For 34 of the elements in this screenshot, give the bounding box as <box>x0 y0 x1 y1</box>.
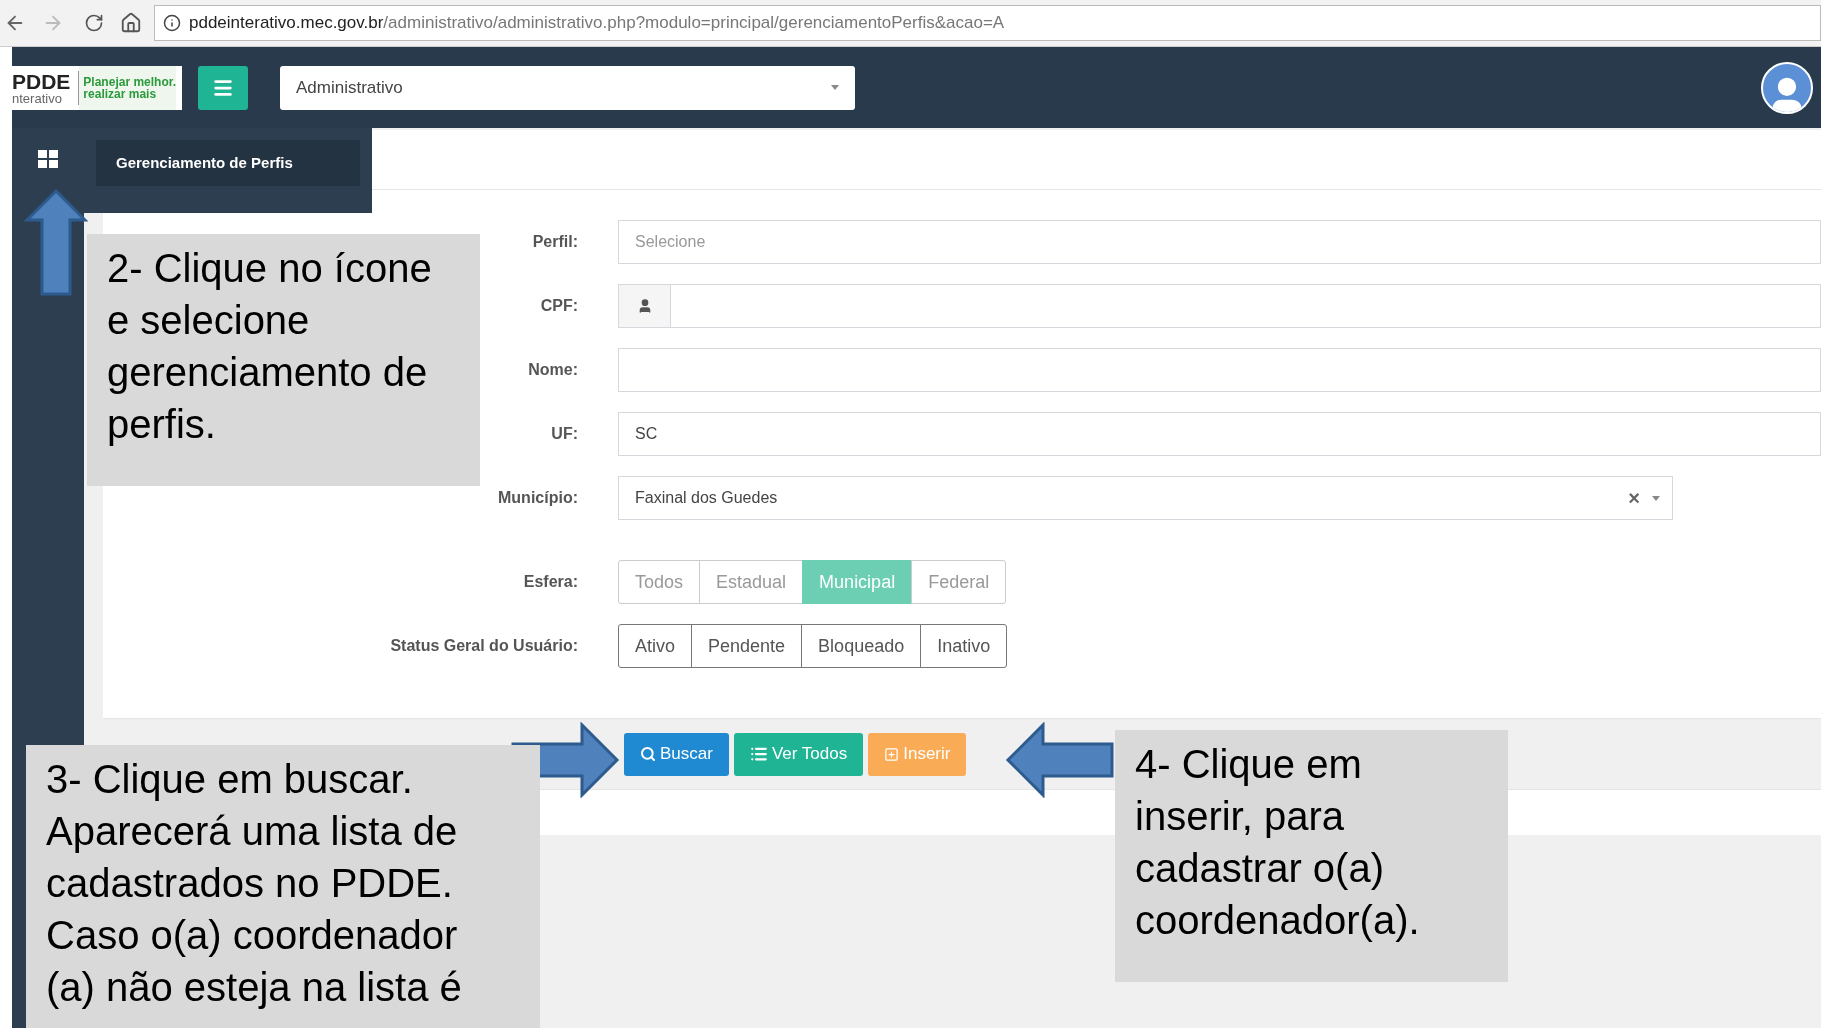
callout-note: 3- Clique em buscar. Aparecerá uma lista de cadastrados no PDDE. Caso o(a) coordenador (a) não esteja na lista é <box>26 745 540 1028</box>
action-button[interactable]: Buscar <box>624 732 729 776</box>
caret-icon <box>831 85 839 90</box>
search-icon <box>640 746 656 762</box>
reload-icon[interactable] <box>84 13 104 33</box>
grid-icon[interactable] <box>38 150 58 168</box>
status-option[interactable]: Inativo <box>920 624 1008 668</box>
status-option[interactable]: Pendente <box>691 624 803 668</box>
field-label: CPF: <box>540 296 578 316</box>
field-label: Status Geral do Usuário: <box>390 636 578 656</box>
field-label: Perfil: <box>532 232 578 252</box>
menu-button[interactable] <box>198 65 248 110</box>
callout-note: 4- Clique em inserir, para cadastrar o(a) coordenador(a). <box>1115 730 1508 982</box>
municipality-select[interactable]: Faxinal dos Guedes × <box>618 476 1673 520</box>
status-option[interactable]: Ativo <box>618 624 693 668</box>
list-icon <box>749 745 768 763</box>
caret-icon <box>1652 495 1660 501</box>
field-label: Esfera: <box>523 572 578 592</box>
status-option[interactable]: Bloqueado <box>801 624 922 668</box>
clear-icon[interactable]: × <box>1628 483 1640 513</box>
plus-square-icon <box>884 746 900 762</box>
module-select[interactable]: Administrativo <box>280 65 855 110</box>
input-field[interactable] <box>618 348 1821 392</box>
home-icon[interactable] <box>120 12 142 34</box>
input-field[interactable]: SC <box>618 412 1821 456</box>
field-label: Município: <box>498 488 578 508</box>
avatar-icon[interactable] <box>1761 61 1813 114</box>
address-bar[interactable]: pddeinterativo.mec.gov.br/administrativo/administrativo.php?modulo=principal/gerenciamentoPerfis&acao=A <box>154 5 1821 41</box>
field-label: UF: <box>551 424 578 444</box>
field-label: Nome: <box>528 360 578 380</box>
submenu-item[interactable]: Gerenciamento de Perfis <box>96 140 360 186</box>
callout-note: 2- Clique no ícone e selecione gerenciamento de perfis. <box>87 234 480 486</box>
info-icon[interactable] <box>163 14 181 32</box>
cpf-field[interactable] <box>618 284 1821 328</box>
